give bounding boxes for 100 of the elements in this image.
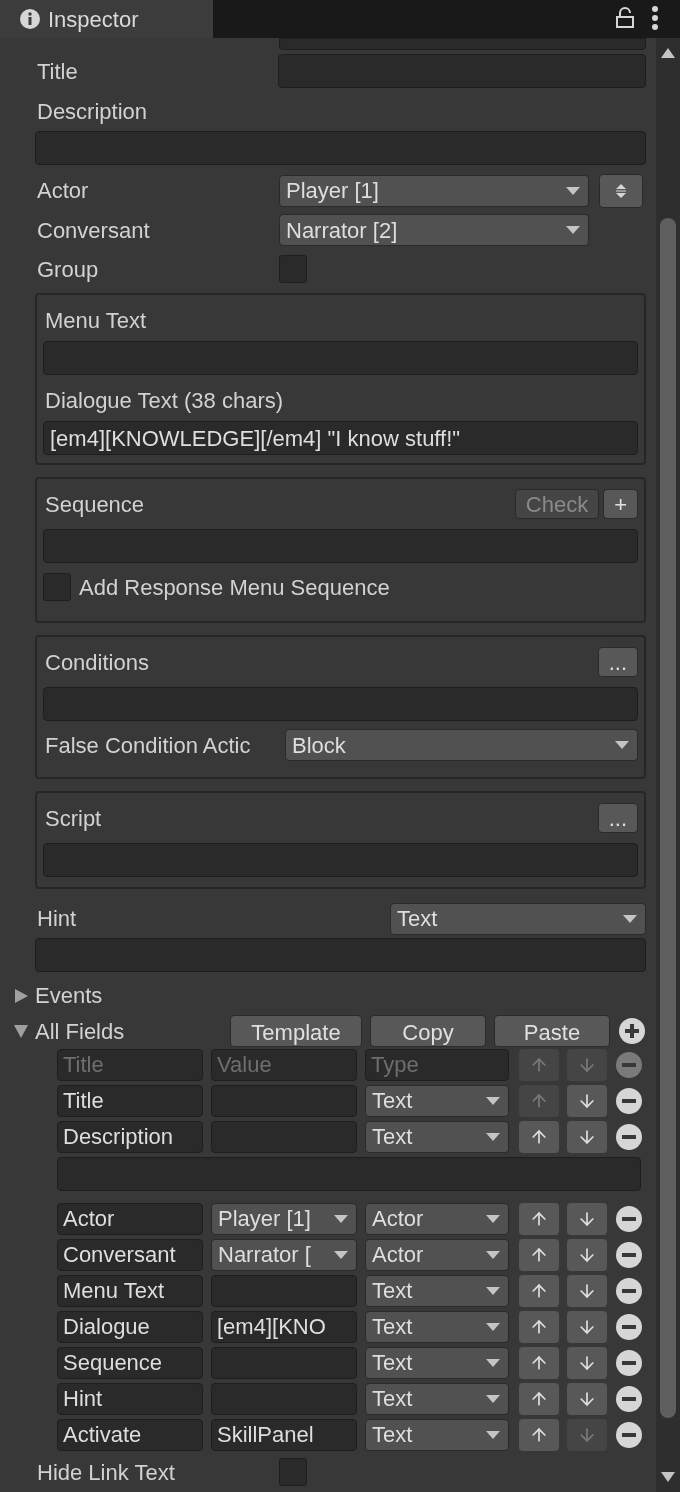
input-field[interactable]	[279, 38, 646, 50]
toolbar-button[interactable]: Copy	[370, 1015, 486, 1047]
input-field[interactable]	[35, 938, 646, 972]
move-up-button[interactable]	[519, 1310, 559, 1343]
input-field[interactable]	[211, 1120, 357, 1153]
input-field[interactable]	[211, 1274, 357, 1307]
more-button[interactable]: ...	[597, 647, 638, 678]
caret-icon	[615, 741, 629, 750]
input-field[interactable]	[211, 1084, 357, 1117]
dropdown[interactable]: Block	[285, 729, 638, 762]
move-down-button[interactable]	[567, 1382, 607, 1415]
field-label: Description	[36, 97, 148, 126]
input-field[interactable]	[211, 1382, 357, 1415]
caret-icon	[623, 914, 637, 923]
dropdown[interactable]: Text	[365, 1120, 509, 1153]
move-down-button[interactable]	[567, 1346, 607, 1379]
move-up-button[interactable]	[519, 1238, 559, 1271]
caret-icon	[486, 1322, 500, 1331]
caret-icon	[486, 1096, 500, 1105]
stepper-button[interactable]	[599, 173, 643, 208]
move-up-button[interactable]	[519, 1418, 559, 1451]
move-down-button[interactable]	[567, 1120, 607, 1153]
input-field[interactable]	[35, 131, 646, 166]
input-field[interactable]: Value	[211, 1048, 357, 1081]
input-field[interactable]	[43, 341, 638, 376]
collapsed-triangle-icon	[13, 987, 29, 1004]
add-button[interactable]: +	[603, 489, 638, 520]
input-field[interactable]	[43, 529, 638, 564]
checkbox[interactable]	[43, 573, 71, 602]
remove-icon[interactable]	[615, 1240, 643, 1269]
move-up-button[interactable]	[519, 1274, 559, 1307]
input-field[interactable]: Hint	[57, 1382, 203, 1415]
remove-icon[interactable]	[615, 1420, 643, 1449]
inspector-tab[interactable]: Inspector	[0, 0, 213, 38]
remove-icon[interactable]	[615, 1276, 643, 1305]
more-icon[interactable]	[652, 5, 658, 31]
checkbox[interactable]	[279, 1458, 307, 1487]
input-field[interactable]	[57, 1156, 641, 1191]
input-field[interactable]: SkillPanel	[211, 1418, 357, 1451]
input-field[interactable]: Conversant	[57, 1238, 203, 1271]
scrollbar[interactable]	[656, 38, 680, 1492]
move-up-button[interactable]	[519, 1120, 559, 1153]
dropdown[interactable]: Text	[365, 1310, 509, 1343]
input-field[interactable]: Title	[57, 1048, 203, 1081]
move-up-button[interactable]	[519, 1382, 559, 1415]
input-field[interactable]: Menu Text	[57, 1274, 203, 1307]
dropdown[interactable]: Text	[365, 1418, 509, 1451]
input-field[interactable]: Sequence	[57, 1346, 203, 1379]
input-field[interactable]: Description	[57, 1120, 203, 1153]
info-icon	[20, 9, 40, 29]
lock-icon[interactable]	[616, 7, 634, 29]
dropdown[interactable]: Text	[365, 1084, 509, 1117]
input-field[interactable]: Actor	[57, 1202, 203, 1235]
foldout[interactable]: Events	[13, 979, 103, 1013]
dropdown[interactable]: Narrator [	[211, 1238, 357, 1271]
dropdown[interactable]: Actor	[365, 1202, 509, 1235]
field-label: Title	[36, 58, 79, 86]
toolbar-button[interactable]: Paste	[494, 1015, 610, 1047]
input-field[interactable]	[211, 1346, 357, 1379]
input-field[interactable]: Type	[365, 1048, 509, 1081]
input-field[interactable]	[278, 54, 646, 89]
field-label: Menu Text	[44, 307, 147, 336]
scroll-thumb[interactable]	[660, 218, 676, 1418]
move-down-button[interactable]	[567, 1202, 607, 1235]
remove-icon[interactable]	[615, 1086, 643, 1115]
input-field[interactable]	[43, 843, 638, 878]
move-up-button[interactable]	[519, 1346, 559, 1379]
dropdown[interactable]: Narrator [2]	[279, 214, 589, 247]
dropdown[interactable]: Text	[390, 902, 646, 935]
dropdown[interactable]: Actor	[365, 1238, 509, 1271]
dropdown[interactable]: Text	[365, 1346, 509, 1379]
input-field[interactable]: [em4][KNO	[211, 1310, 357, 1343]
input-field[interactable]: [em4][KNOWLEDGE][/em4] "I know stuff!"	[43, 421, 638, 456]
move-down-button[interactable]	[567, 1310, 607, 1343]
remove-icon[interactable]	[615, 1384, 643, 1413]
move-down-button[interactable]	[567, 1274, 607, 1307]
caret-icon	[486, 1250, 500, 1259]
dropdown[interactable]: Text	[365, 1382, 509, 1415]
remove-icon[interactable]	[615, 1122, 643, 1151]
dropdown[interactable]: Player [1]	[279, 174, 589, 207]
scroll-down-icon[interactable]	[661, 1472, 675, 1482]
dropdown[interactable]: Text	[365, 1274, 509, 1307]
more-button[interactable]: ...	[597, 803, 638, 834]
move-down-button[interactable]	[567, 1084, 607, 1117]
input-field[interactable]	[43, 687, 638, 722]
foldout[interactable]: All Fields	[13, 1014, 125, 1048]
dropdown[interactable]: Player [1]	[211, 1202, 357, 1235]
checkbox[interactable]	[279, 255, 307, 284]
input-field[interactable]: Title	[57, 1084, 203, 1117]
field-label: False Condition Actic	[44, 731, 252, 760]
remove-icon[interactable]	[615, 1312, 643, 1341]
input-field[interactable]: Dialogue	[57, 1310, 203, 1343]
move-up-button[interactable]	[519, 1202, 559, 1235]
input-field[interactable]: Activate	[57, 1418, 203, 1451]
remove-icon[interactable]	[615, 1204, 643, 1233]
remove-icon[interactable]	[615, 1348, 643, 1377]
toolbar-button[interactable]: Template	[230, 1015, 362, 1047]
scroll-up-icon[interactable]	[661, 48, 675, 58]
add-icon[interactable]	[618, 1017, 646, 1045]
move-down-button[interactable]	[567, 1238, 607, 1271]
